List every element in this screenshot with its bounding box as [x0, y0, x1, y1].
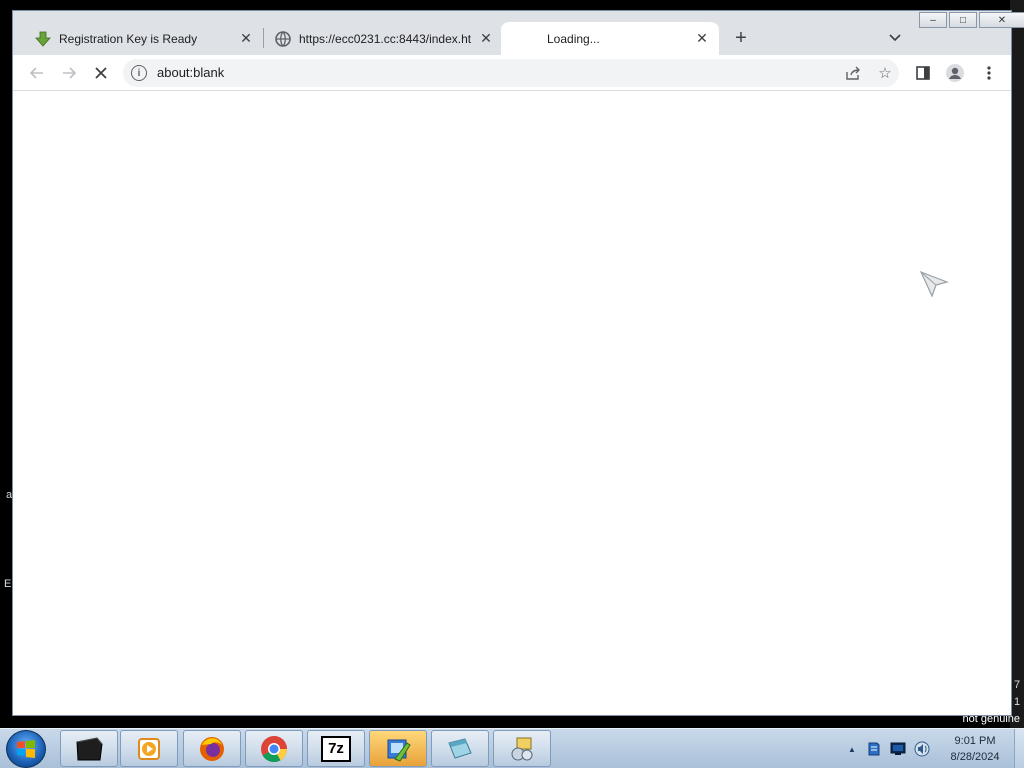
- side-panel-icon: [916, 66, 930, 80]
- tab-search-icon[interactable]: [885, 28, 905, 48]
- close-tab-icon[interactable]: ✕: [693, 30, 711, 48]
- tab-registration[interactable]: Registration Key is Ready ✕: [13, 22, 263, 55]
- page-content-blank[interactable]: [13, 92, 1011, 715]
- firefox-icon: [200, 736, 224, 761]
- start-button[interactable]: [6, 730, 46, 768]
- tab-title: https://ecc0231.cc:8443/index.ht: [299, 31, 472, 46]
- share-icon[interactable]: [843, 63, 863, 83]
- show-hidden-icons-button[interactable]: ▲: [844, 741, 860, 757]
- volume-icon[interactable]: [914, 741, 930, 757]
- tab-ecc0231[interactable]: https://ecc0231.cc:8443/index.ht ✕: [253, 22, 503, 55]
- taskbar-tools-app[interactable]: [493, 730, 551, 767]
- menu-button[interactable]: [975, 59, 1003, 87]
- taskbar-chrome-app[interactable]: [245, 730, 303, 767]
- taskbar-clock[interactable]: 9:01 PM 8/28/2024: [940, 733, 1010, 765]
- taskbar-media-player-app[interactable]: [120, 730, 178, 767]
- desktop-right-edge: [1010, 0, 1024, 728]
- taskbar-firefox-app[interactable]: [183, 730, 241, 767]
- address-bar[interactable]: i about:blank ☆: [123, 59, 899, 87]
- windows-logo-icon: [17, 740, 35, 758]
- system-tray: ▲ 9:01 PM 8/28/2024: [840, 729, 1024, 768]
- 7zip-label: 7z: [328, 740, 344, 757]
- bookmark-star-icon[interactable]: ☆: [875, 63, 895, 83]
- globe-icon: [275, 30, 291, 47]
- installer-icon: [387, 739, 411, 762]
- close-tab-icon[interactable]: ✕: [477, 30, 495, 48]
- taskbar-installer-app[interactable]: [369, 730, 427, 767]
- tab-loading[interactable]: Loading... ✕: [501, 22, 719, 55]
- loading-spinner-icon: [523, 31, 539, 47]
- back-button[interactable]: [23, 59, 51, 87]
- address-text: about:blank: [157, 65, 225, 80]
- mouse-cursor-icon: [919, 270, 949, 298]
- tab-strip: Registration Key is Ready ✕ https://ecc0…: [13, 11, 1024, 55]
- show-desktop-button[interactable]: [1014, 729, 1024, 768]
- info-icon[interactable]: i: [131, 65, 147, 81]
- action-center-icon[interactable]: [866, 741, 882, 757]
- profile-avatar-icon: [946, 64, 964, 82]
- network-monitor-icon[interactable]: [890, 741, 906, 757]
- taskbar: 7z ▲ 9:01 PM 8/28/2024: [0, 728, 1024, 768]
- 7zip-icon: 7z: [321, 735, 351, 762]
- back-arrow-icon: [29, 67, 43, 79]
- browser-toolbar: i about:blank ☆: [13, 55, 1011, 91]
- clock-date: 8/28/2024: [950, 751, 1000, 763]
- tab-title: Loading...: [547, 31, 600, 46]
- tab-title: Registration Key is Ready: [59, 31, 198, 46]
- stop-x-icon: [95, 67, 107, 79]
- tools-icon: [511, 737, 533, 760]
- window-controls: ‒ □ ✕: [917, 12, 1024, 28]
- maximize-button[interactable]: □: [949, 12, 977, 28]
- side-panel-button[interactable]: [909, 59, 937, 87]
- media-player-icon: [138, 737, 160, 760]
- forward-arrow-icon: [63, 67, 77, 79]
- stop-loading-button[interactable]: [87, 59, 115, 87]
- profile-button[interactable]: [941, 59, 969, 87]
- taskbar-7zip-app[interactable]: 7z: [307, 730, 365, 767]
- browser-window: Registration Key is Ready ✕ https://ecc0…: [12, 10, 1024, 716]
- desktop-text-fragment: 7: [1014, 679, 1021, 691]
- minimize-button[interactable]: ‒: [919, 12, 947, 28]
- window-icon: [448, 737, 472, 759]
- taskbar-window-app[interactable]: [431, 730, 489, 767]
- close-window-button[interactable]: ✕: [979, 12, 1024, 28]
- desktop-text-fragment: 1: [1014, 696, 1021, 708]
- kebab-menu-icon: [987, 66, 991, 80]
- terminal-icon: [76, 736, 103, 760]
- desktop-text-fragment: E: [4, 578, 12, 590]
- download-arrow-icon: [35, 31, 51, 47]
- forward-button[interactable]: [55, 59, 83, 87]
- chrome-icon: [261, 735, 288, 762]
- clock-time: 9:01 PM: [954, 735, 996, 747]
- new-tab-button[interactable]: +: [729, 26, 753, 50]
- taskbar-terminal-app[interactable]: [60, 730, 118, 767]
